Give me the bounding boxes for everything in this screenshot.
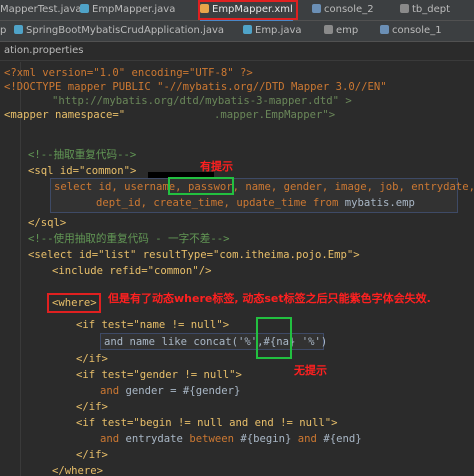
- tab-empmapper-java[interactable]: EmpMapper.java: [80, 2, 175, 18]
- tab-p[interactable]: p: [0, 23, 6, 39]
- code-editor[interactable]: <?xml version="1.0" encoding="UTF-8" ?> …: [0, 62, 474, 476]
- table-icon: [400, 4, 409, 13]
- code-line-mapper: <mapper namespace=": [4, 109, 126, 121]
- table-icon: [324, 25, 333, 34]
- tab-mappertest[interactable]: MapperTest.java: [0, 2, 82, 18]
- where-tag-highlight: [47, 293, 101, 313]
- tab-emp-java[interactable]: Emp.java: [243, 23, 302, 39]
- annotation-no-hint: 无提示: [294, 364, 327, 377]
- code-line-mapper-namespace: .mapper.EmpMapper">: [214, 109, 336, 121]
- active-tab-highlight: [198, 0, 298, 20]
- code-line-if-close-1: </if>: [76, 353, 108, 365]
- annotation-where-note: 但是有了动态where标签, 动态set标签之后只能紫色字体会失效.: [108, 292, 431, 305]
- code-line-xml-decl: <?xml version="1.0" encoding="UTF-8" ?>: [4, 67, 253, 79]
- tab-tb-dept[interactable]: tb_dept: [400, 2, 450, 18]
- no-hint-highlight: [256, 317, 292, 359]
- code-line-if-gender: <if test="gender != null">: [76, 369, 242, 381]
- tab-console-1[interactable]: console_1: [380, 23, 442, 39]
- code-line-cond-gender: and gender = #{gender}: [100, 385, 241, 397]
- code-line-if-close-2: </if>: [76, 401, 108, 413]
- code-line-where-close: </where>: [52, 465, 104, 476]
- code-line-sql-open: <sql id="common">: [28, 165, 137, 177]
- code-comment-extract: <!--抽取重复代码-->: [28, 149, 137, 161]
- annotation-has-hint: 有提示: [200, 160, 233, 173]
- console-icon: [380, 25, 389, 34]
- tab-emp-table[interactable]: emp: [324, 23, 358, 39]
- code-line-doctype-url: "http://mybatis.org/dtd/mybatis-3-mapper…: [52, 95, 352, 107]
- password-hint-highlight: [168, 177, 234, 195]
- java-class-icon: [243, 25, 252, 34]
- code-line-select-open: <select id="list" resultType="com.itheim…: [28, 249, 360, 261]
- code-comment-use: <!--使用抽取的重复代码 - 一字不差-->: [28, 233, 230, 245]
- code-line-select-2: dept_id, create_time, update_time from m…: [96, 197, 415, 209]
- code-line-cond-name: and name like concat('%',#{na} '%'): [104, 336, 328, 348]
- code-line-doctype: <!DOCTYPE mapper PUBLIC "-//mybatis.org/…: [4, 81, 387, 93]
- interface-icon: [80, 4, 89, 13]
- tab-console-2[interactable]: console_2: [312, 2, 374, 18]
- editor-tab-bar-second-row: p SpringBootMybatisCrudApplication.java …: [0, 21, 474, 42]
- code-line-select-1: select id, username, passwor, name, gend…: [54, 181, 474, 193]
- code-line-if-name: <if test="name != null">: [76, 319, 230, 331]
- tab-springboot-app[interactable]: SpringBootMybatisCrudApplication.java: [14, 23, 224, 39]
- code-line-if-begin-end: <if test="begin != null and end != null"…: [76, 417, 338, 429]
- file-tab-properties[interactable]: ation.properties: [0, 42, 474, 61]
- console-icon: [312, 4, 321, 13]
- java-class-icon: [14, 25, 23, 34]
- code-line-include: <include refid="common"/>: [52, 265, 212, 277]
- code-line-cond-entrydate: and entrydate between #{begin} and #{end…: [100, 433, 362, 445]
- code-line-sql-close: </sql>: [28, 217, 67, 229]
- code-line-if-close-3: </if>: [76, 449, 108, 461]
- fold-gutter: [20, 62, 21, 476]
